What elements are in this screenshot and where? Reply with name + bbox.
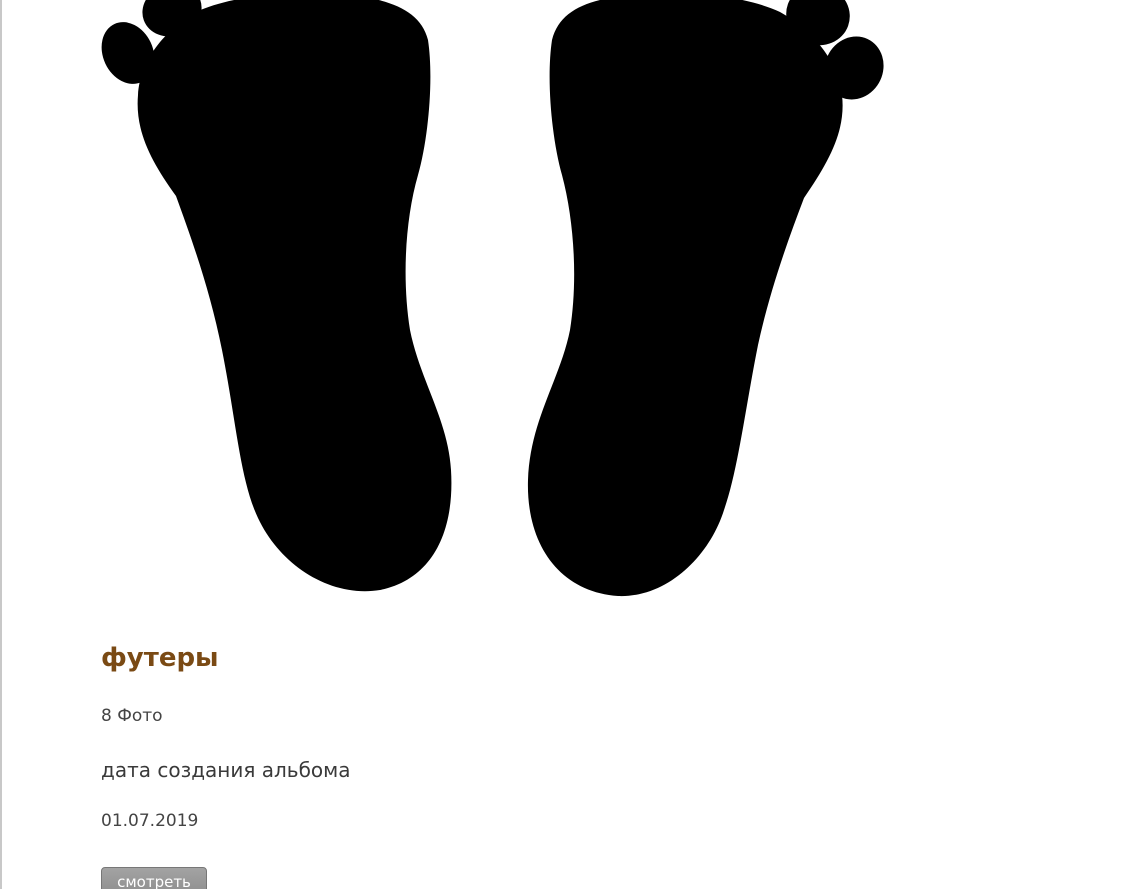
footprints-icon[interactable] [90, 0, 900, 610]
album-title[interactable]: футеры [101, 638, 219, 678]
left-border [0, 0, 2, 889]
right-foot-shape [527, 0, 884, 597]
creation-date-value: 01.07.2019 [101, 811, 199, 831]
view-album-button[interactable]: смотреть [101, 867, 207, 889]
album-page: футеры 8 Фото дата создания альбома 01.0… [0, 0, 1130, 889]
photo-count: 8 Фото [101, 706, 163, 726]
left-foot-shape [101, 0, 452, 592]
creation-date-label: дата создания альбома [101, 758, 351, 782]
